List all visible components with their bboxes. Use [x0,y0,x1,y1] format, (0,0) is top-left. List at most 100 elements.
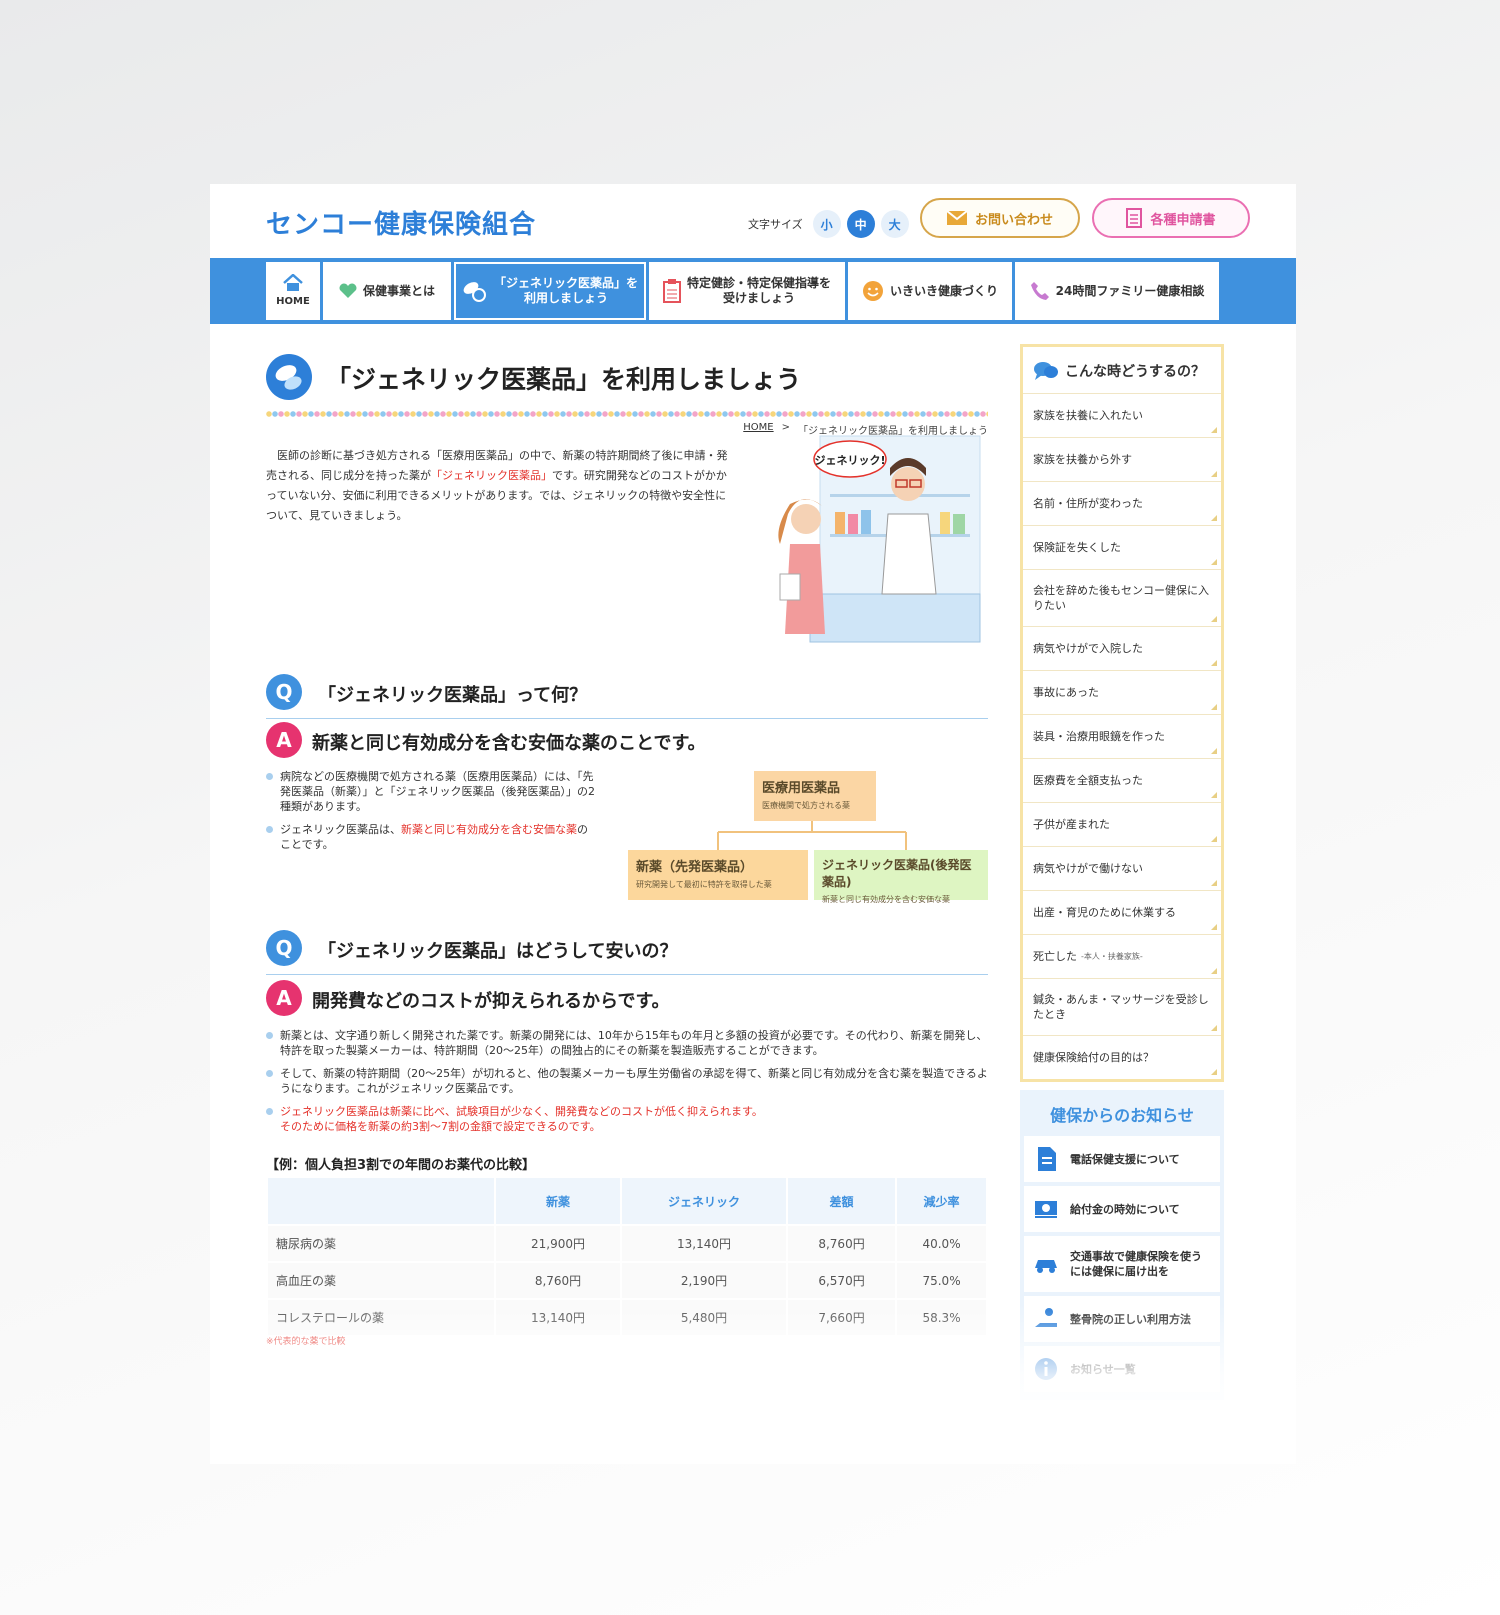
sidebar-item-childbirth[interactable]: 子供が産まれた [1023,802,1221,846]
table-row: コレステロールの薬 13,140円 5,480円 7,660円 58.3% [268,1300,986,1335]
nav-home[interactable]: HOME [266,262,320,320]
smile-icon [862,281,883,301]
diagram-box-sub: 新薬と同じ有効成分を含む安価な薬 [822,895,950,904]
table-header-cell: ジェネリック [622,1178,786,1224]
question-divider [266,718,988,719]
diagram-box-generic-drug: ジェネリック医薬品(後発医薬品) 新薬と同じ有効成分を含む安価な薬 [814,850,988,904]
speech-bubble-icon [1034,362,1058,380]
phone-icon [1030,282,1049,300]
sidebar-item-hospitalized[interactable]: 病気やけがで入院した [1023,626,1221,670]
table-cell: 6,570円 [787,1263,896,1298]
table-note: ※代表的な薬で比較 [266,1337,346,1347]
news-item-label: 電話保健支援について [1070,1152,1180,1166]
sidebar-item-add-dependent[interactable]: 家族を扶養に入れたい [1023,393,1221,437]
table-cell: コレステロールの薬 [268,1300,494,1335]
car-icon [1035,1260,1057,1273]
contact-label: お問い合わせ [974,212,1053,228]
news-panel: 健保からのお知らせ 電話保健支援について 給付金の時効について 交通事故で健康保… [1020,1090,1224,1400]
nav-item-health-programs[interactable]: 保健事業とは [323,262,451,320]
mail-icon [946,211,967,225]
clipboard-icon [662,279,681,303]
news-item-label: 交通事故で健康保険を使うには健保に届け出を [1070,1250,1202,1278]
news-item-osteopathy[interactable]: 整骨院の正しい利用方法 [1024,1296,1220,1342]
sidebar-item-lost-card[interactable]: 保険証を失くした [1023,525,1221,569]
faq-sidebar-header: こんな時どうするの？ [1023,347,1221,393]
diagram-box-sub: 研究開発して最初に特許を取得した薬 [636,880,772,889]
question-icon: Q [266,930,302,966]
contact-button[interactable]: お問い合わせ [920,198,1080,238]
table-cell: 2,190円 [622,1263,786,1298]
nav-item-label: 24時間ファミリー健康相談 [1055,283,1205,298]
dotted-divider [266,410,988,418]
sidebar-item-name-address-change[interactable]: 名前・住所が変わった [1023,481,1221,525]
table-cell: 75.0% [897,1263,986,1298]
table-cell: 7,660円 [787,1300,896,1335]
forms-label: 各種申請書 [1150,212,1216,228]
diagram-box-brand-drug: 新薬（先発医薬品） 研究開発して最初に特許を取得した薬 [628,850,808,900]
font-size-label: 文字サイズ [748,218,803,231]
sidebar-item-parental-leave[interactable]: 出産・育児のために休業する [1023,890,1221,934]
table-cell: 5,480円 [622,1300,786,1335]
document-icon [1126,208,1143,228]
forms-button[interactable]: 各種申請書 [1092,198,1250,238]
news-item-benefit-expiry[interactable]: 給付金の時効について [1024,1186,1220,1232]
sidebar-item-continue-coverage[interactable]: 会社を辞めた後もセンコー健保に入りたい [1023,569,1221,626]
sidebar-item-remove-dependent[interactable]: 家族を扶養から外す [1023,437,1221,481]
diagram-box-prescription-drugs: 医療用医薬品 医療機関で処方される薬 [754,771,876,821]
sidebar-item-accident[interactable]: 事故にあった [1023,670,1221,714]
sidebar-item-acupuncture[interactable]: 鍼灸・あんま・マッサージを受診したとき [1023,978,1221,1035]
news-list-link[interactable]: お知らせ一覧 [1024,1346,1220,1392]
table-cell: 13,140円 [622,1226,786,1261]
table-header-row: 新薬 ジェネリック 差額 減少率 [268,1178,986,1224]
news-item-label: 給付金の時効について [1070,1202,1180,1216]
sidebar-item-unable-to-work[interactable]: 病気やけがで働けない [1023,846,1221,890]
answer-icon: A [266,980,302,1016]
question-text: 「ジェネリック医薬品」はどうして安いの？ [318,941,678,962]
table-cell: 13,140円 [496,1300,621,1335]
table-header-cell: 新薬 [496,1178,621,1224]
font-size-medium-button[interactable]: 中 [846,210,875,238]
table-cell: 58.3% [897,1300,986,1335]
list-item: 病院などの医療機関で処方される薬（医療用医薬品）には、「先発医薬品（新薬）」と「… [266,769,596,814]
sidebar-item-paid-full[interactable]: 医療費を全額支払った [1023,758,1221,802]
pill-icon [266,354,312,400]
list-item: ジェネリック医薬品は新薬に比べ、試験項目が少なく、開発費などのコストが低く抑えら… [266,1104,988,1134]
table-cell: 21,900円 [496,1226,621,1261]
table-cell: 8,760円 [496,1263,621,1298]
table-header-cell [268,1178,494,1224]
site-logo[interactable]: センコー健康保険組合 [266,204,536,241]
sidebar-item-purpose[interactable]: 健康保険給付の目的は？ [1023,1035,1221,1079]
pill-icon [463,282,486,302]
table-cell: 高血圧の薬 [268,1263,494,1298]
heart-icon [339,283,357,298]
sidebar-item-orthotics[interactable]: 装具・治療用眼鏡を作った [1023,714,1221,758]
nav-home-label: HOME [276,295,310,307]
nav-item-consultation[interactable]: 24時間ファミリー健康相談 [1015,262,1219,320]
news-item-phone-support[interactable]: 電話保健支援について [1024,1136,1220,1182]
nav-item-checkup[interactable]: 特定健診・特定保健指導を 受けましょう [649,262,845,320]
qa2-bullets: 新薬とは、文字通り新しく開発された薬です。新薬の開発には、10年から15年もの年… [266,1028,988,1142]
font-size-small-button[interactable]: 小 [812,210,841,238]
news-item-traffic-accident[interactable]: 交通事故で健康保険を使うには健保に届け出を [1024,1236,1220,1292]
global-nav: HOME 保健事業とは 「ジェネリック医薬品」を 利用しましょう 特定健診・特定… [210,258,1296,324]
faq-sidebar-title: こんな時どうするの？ [1065,364,1205,380]
table-row: 高血圧の薬 8,760円 2,190円 6,570円 75.0% [268,1263,986,1298]
sidebar-item-sub: -本人・扶養家族- [1081,952,1143,961]
bullet-text: ジェネリック医薬品は、 [280,823,401,836]
nav-item-wellness[interactable]: いきいき健康づくり [848,262,1012,320]
nav-item-generic[interactable]: 「ジェネリック医薬品」を 利用しましょう [454,262,646,320]
page-title: 「ジェネリック医薬品」を利用しましょう [326,365,802,394]
news-item-label: 整骨院の正しい利用方法 [1070,1312,1191,1326]
massage-icon [1035,1308,1057,1327]
faq-sidebar: こんな時どうするの？ 家族を扶養に入れたい 家族を扶養から外す 名前・住所が変わ… [1020,344,1224,1082]
qa1-bullets: 病院などの医療機関で処方される薬（医療用医薬品）には、「先発医薬品（新薬）」と「… [266,769,596,860]
table-row: 糖尿病の薬 21,900円 13,140円 8,760円 40.0% [268,1226,986,1261]
diagram-box-title: 新薬（先発医薬品） [636,860,754,875]
sidebar-item-death[interactable]: 死亡した -本人・扶養家族- [1023,934,1221,978]
news-item-label: お知らせ一覧 [1070,1362,1136,1376]
bullet-highlight: 新薬と同じ有効成分を含む安価な薬 [401,823,577,836]
nav-item-label: 特定健診・特定保健指導を 受けましょう [686,276,831,305]
intro-highlight: 「ジェネリック医薬品」 [431,469,552,482]
font-size-large-button[interactable]: 大 [880,210,909,238]
question-divider [266,974,988,975]
